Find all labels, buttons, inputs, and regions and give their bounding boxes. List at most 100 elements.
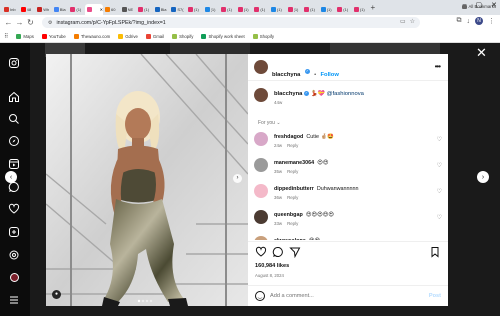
bookmark-item[interactable]: Shopify: [252, 33, 274, 39]
comment-text: freshdagod Cutie 🤞🏼🤩: [274, 134, 334, 140]
close-modal-icon[interactable]: ✕: [476, 45, 487, 61]
address-bar[interactable]: ⚙ instagram.com/p/C-YpFpLSPEk/?img_index…: [42, 17, 420, 28]
reply-button[interactable]: Reply: [287, 169, 298, 174]
tab-favicon-icon: [20, 6, 26, 12]
back-icon[interactable]: ←: [3, 18, 14, 27]
reply-button[interactable]: Reply: [287, 143, 298, 148]
browser-tab[interactable]: Wh: [35, 4, 52, 15]
comment-icon[interactable]: [272, 246, 284, 258]
browser-tab[interactable]: (1): [68, 4, 85, 15]
previous-post-arrow[interactable]: ‹: [5, 171, 17, 183]
commenter-username[interactable]: alwaysalona: [274, 238, 306, 240]
browser-tab[interactable]: (1): [136, 4, 153, 15]
comment-text: alwaysalona😍😍: [274, 238, 320, 240]
more-menu-icon[interactable]: [7, 293, 21, 307]
downloads-icon[interactable]: ↓: [467, 18, 471, 25]
forward-icon[interactable]: →: [14, 18, 25, 27]
bookmark-item[interactable]: Gdrive: [118, 33, 138, 39]
browser-tab[interactable]: Inb: [2, 4, 19, 15]
tab-favicon-icon: [70, 6, 76, 12]
likes-count[interactable]: 160,984 likes: [255, 263, 289, 269]
url-text[interactable]: instagram.com/p/C-YpFpLSPEk/?img_index=1: [56, 20, 165, 26]
carousel-next-arrow[interactable]: ›: [233, 174, 242, 183]
commenter-avatar[interactable]: [254, 184, 268, 198]
profile-avatar[interactable]: N: [475, 17, 483, 25]
browser-tab[interactable]: Bla: [153, 4, 170, 15]
browser-tab[interactable]: (1): [269, 4, 286, 15]
commenter-username[interactable]: dippedinbutterr: [274, 186, 314, 192]
reply-button[interactable]: Reply: [287, 195, 298, 200]
profile-avatar-icon[interactable]: [7, 270, 21, 284]
reply-button[interactable]: Reply: [287, 221, 298, 226]
browser-tab[interactable]: (1): [219, 4, 236, 15]
tagged-users-icon[interactable]: ●: [52, 290, 61, 299]
apps-grid-icon[interactable]: ⠿: [4, 33, 8, 40]
instagram-logo-icon[interactable]: [7, 56, 21, 70]
reload-icon[interactable]: ↻: [25, 18, 36, 27]
tab-favicon-icon: [287, 6, 293, 12]
browser-tab[interactable]: (1): [302, 4, 319, 15]
bookmark-item[interactable]: Maps: [16, 33, 34, 39]
commenter-username[interactable]: manemane3064: [274, 160, 314, 166]
comment-like-icon[interactable]: ♡: [437, 188, 442, 195]
post-comment-button[interactable]: Post: [429, 293, 441, 299]
bookmark-item[interactable]: Shopify work sheet: [201, 33, 245, 39]
browser-tab[interactable]: (1): [335, 4, 352, 15]
cast-icon[interactable]: ▭: [400, 18, 406, 25]
comment-like-icon[interactable]: ♡: [437, 214, 442, 221]
bookmark-item[interactable]: Thewauno.com: [73, 33, 110, 39]
comment-input[interactable]: Add a comment...: [270, 293, 314, 299]
commenter-avatar[interactable]: [254, 210, 268, 224]
extensions-icon[interactable]: ⧉: [457, 17, 462, 25]
search-icon[interactable]: [7, 112, 21, 126]
tab-title: Inb: [10, 6, 16, 12]
browser-tab[interactable]: (1): [236, 4, 253, 15]
post-date: August 8, 2024: [255, 273, 284, 278]
home-icon[interactable]: [7, 90, 21, 104]
all-bookmarks[interactable]: All Bookmarks: [461, 4, 496, 9]
emoji-picker-icon[interactable]: ‿: [255, 291, 265, 301]
browser-tab[interactable]: (1): [186, 4, 203, 15]
next-post-arrow[interactable]: ›: [477, 171, 489, 183]
save-bookmark-icon[interactable]: [429, 246, 441, 258]
new-tab-icon[interactable]: +: [370, 3, 375, 12]
browser-tab[interactable]: ✕: [84, 3, 103, 15]
commenter-username[interactable]: freshdagod: [274, 134, 303, 140]
browser-tab[interactable]: 48: [19, 4, 36, 15]
browser-tab[interactable]: (1): [252, 4, 269, 15]
comments-list: freshdagod Cutie 🤞🏼🤩 24w Reply ♡ manemane3064…: [248, 54, 448, 240]
browser-tab[interactable]: (1): [352, 4, 369, 15]
browser-tab[interactable]: (1): [203, 4, 220, 15]
browser-tab[interactable]: (1): [286, 4, 303, 15]
commenter-avatar[interactable]: [254, 236, 268, 240]
comment-like-icon[interactable]: ♡: [437, 162, 442, 169]
menu-icon[interactable]: ⋮: [488, 17, 495, 25]
tab-title: (1): [326, 6, 332, 12]
share-icon[interactable]: [289, 246, 301, 258]
explore-icon[interactable]: [7, 134, 21, 148]
commenter-avatar[interactable]: [254, 158, 268, 172]
browser-tab[interactable]: Bla: [52, 4, 69, 15]
site-info-icon[interactable]: ⚙: [48, 20, 52, 26]
comment-like-icon[interactable]: ♡: [437, 136, 442, 143]
create-icon[interactable]: [7, 225, 21, 239]
bookmark-item[interactable]: Shopify: [172, 33, 193, 39]
tab-favicon-icon: [154, 6, 160, 12]
notifications-heart-icon[interactable]: [7, 202, 21, 216]
browser-tab[interactable]: (1): [319, 4, 336, 15]
browser-tab[interactable]: 60: [103, 4, 120, 15]
commenter-username[interactable]: queenbgap: [274, 212, 303, 218]
tab-favicon-icon: [4, 6, 9, 12]
reels-icon[interactable]: [7, 157, 21, 171]
threads-icon[interactable]: [7, 248, 21, 262]
like-heart-icon[interactable]: [255, 246, 267, 258]
browser-tab[interactable]: NE: [120, 4, 137, 15]
tab-favicon-icon: [171, 6, 177, 12]
browser-tab[interactable]: S7(: [169, 4, 186, 15]
folder-icon: [461, 4, 467, 9]
commenter-avatar[interactable]: [254, 132, 268, 146]
bookmark-star-icon[interactable]: ☆: [410, 18, 415, 25]
bookmark-item[interactable]: YouTube: [41, 33, 66, 39]
tab-title: (1): [227, 6, 233, 12]
bookmark-item[interactable]: Gmail: [145, 33, 164, 39]
